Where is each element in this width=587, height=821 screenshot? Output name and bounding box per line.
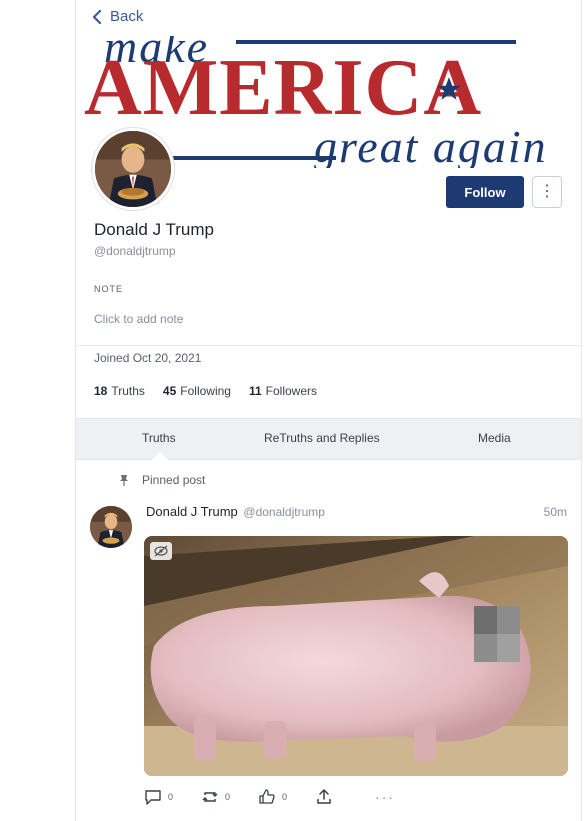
profile-panel: Back make AMERICA great again Follow ⋮ D…: [76, 0, 582, 821]
add-note-field[interactable]: Click to add note: [94, 312, 183, 326]
star-icon: [437, 77, 461, 100]
tab-media[interactable]: Media: [478, 431, 511, 445]
app-frame: Back make AMERICA great again Follow ⋮ D…: [0, 0, 587, 821]
profile-stats: 18 Truths 45 Following 11 Followers: [94, 384, 317, 398]
retruth-button[interactable]: 0: [201, 788, 230, 806]
share-icon: [317, 789, 331, 804]
profile-avatar[interactable]: [92, 128, 174, 210]
avatar-image: [90, 506, 132, 548]
pinned-label: Pinned post: [142, 473, 206, 487]
thumbs-up-icon: [259, 789, 275, 804]
avatar-image: [95, 131, 171, 207]
joined-date: Joined Oct 20, 2021: [94, 351, 202, 365]
post-author-name: Donald J Trump: [146, 504, 238, 519]
truths-label: Truths: [111, 384, 145, 398]
reply-count: 0: [168, 792, 174, 802]
speech-bubble-icon: [145, 790, 161, 805]
profile-handle: @donaldjtrump: [94, 244, 176, 258]
post-actions: 0 0 0 ···: [144, 788, 395, 806]
vertical-dots-icon: ⋮: [539, 183, 555, 200]
truths-count: 18: [94, 384, 108, 398]
divider: [76, 345, 581, 346]
stat-following[interactable]: 45 Following: [163, 384, 231, 398]
followers-label: Followers: [265, 384, 318, 398]
sensitive-toggle[interactable]: [150, 542, 172, 560]
stat-followers[interactable]: 11 Followers: [249, 384, 317, 398]
left-gutter: [0, 0, 76, 821]
banner-stripe-bottom: [166, 156, 336, 160]
post-author[interactable]: Donald J Trump @donaldjtrump: [146, 504, 325, 519]
like-count: 0: [282, 792, 288, 802]
pig-photo: [144, 536, 568, 776]
post-timestamp[interactable]: 50m: [544, 505, 567, 519]
back-button[interactable]: Back: [92, 8, 143, 25]
share-button[interactable]: [315, 788, 333, 806]
like-button[interactable]: 0: [258, 788, 287, 806]
chevron-left-icon: [92, 9, 102, 24]
pin-icon: [120, 475, 128, 486]
following-label: Following: [180, 384, 231, 398]
back-label: Back: [110, 8, 144, 25]
post-author-handle: @donaldjtrump: [243, 505, 325, 519]
post-author-avatar[interactable]: [90, 506, 132, 548]
repost-icon: [202, 792, 218, 802]
active-tab-indicator: [152, 452, 168, 460]
tab-retruths-and-replies[interactable]: ReTruths and Replies: [264, 431, 380, 445]
followers-count: 11: [248, 384, 262, 398]
eye-off-icon: [154, 545, 168, 557]
note-label: NOTE: [94, 284, 124, 294]
banner-text-great-again: great again: [314, 121, 548, 168]
follow-button[interactable]: Follow: [446, 176, 524, 208]
reply-button[interactable]: 0: [144, 788, 173, 806]
tab-truths[interactable]: Truths: [142, 431, 176, 445]
banner-text-america: AMERICA: [84, 44, 483, 132]
horizontal-dots-icon[interactable]: ···: [375, 789, 395, 805]
profile-display-name: Donald J Trump: [94, 220, 214, 239]
retruth-count: 0: [225, 792, 231, 802]
stat-truths[interactable]: 18 Truths: [94, 384, 145, 398]
pinned-indicator: Pinned post: [118, 473, 205, 487]
following-count: 45: [162, 384, 177, 398]
post-media-image[interactable]: [144, 536, 568, 776]
more-options-button[interactable]: ⋮: [532, 176, 562, 208]
